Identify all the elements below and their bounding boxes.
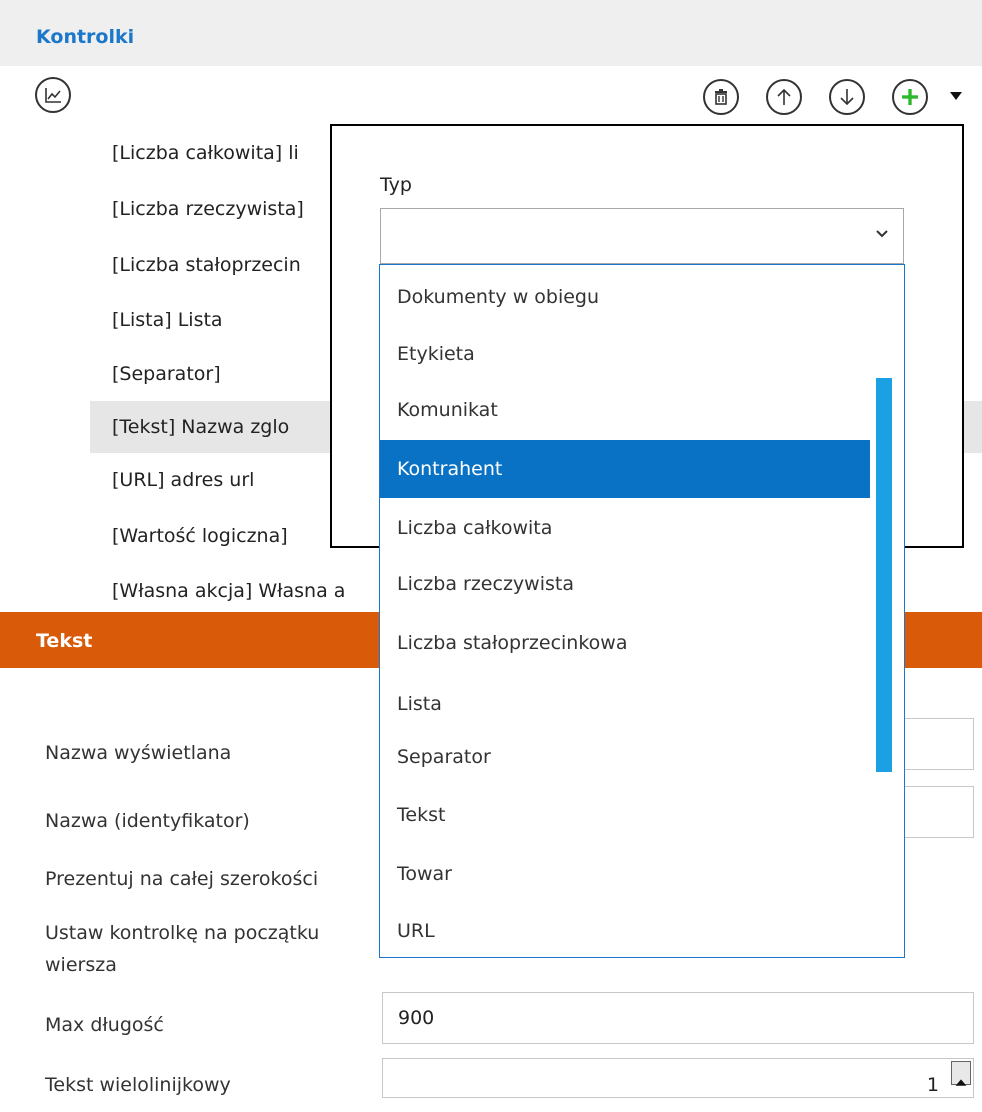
chevron-down-icon [876,230,888,238]
row-start-label: Ustaw kontrolkę na początku [45,922,320,944]
multiline-label: Tekst wielolinijkowy [45,1074,231,1096]
arrow-down-icon [840,89,854,106]
dropdown-option[interactable]: Separator [380,728,870,786]
arrow-up-icon [777,88,791,105]
max-length-input[interactable]: 900 [382,992,974,1044]
dropdown-option[interactable]: Liczba całkowita [380,499,870,557]
dropdown-option[interactable]: Etykieta [380,325,870,383]
move-down-button[interactable] [829,79,865,115]
chart-button[interactable] [35,77,71,113]
multiline-stepper[interactable]: 1 [382,1058,974,1098]
section-title: Tekst [36,630,93,652]
triangle-up-icon [955,1079,967,1086]
plus-icon [902,89,918,105]
max-length-label: Max długość [45,1014,164,1036]
chart-line-icon [45,88,61,103]
stepper-up-button[interactable] [951,1061,971,1086]
type-dropdown-list[interactable]: Dokumenty w obiegu Etykieta Komunikat Ko… [379,264,905,958]
full-width-label: Prezentuj na całej szerokości [45,868,319,890]
move-up-button[interactable] [766,79,802,115]
dropdown-option[interactable]: Liczba stałoprzecinkowa [380,614,870,672]
dropdown-option[interactable]: Tekst [380,786,870,844]
trash-icon [715,89,727,105]
dropdown-option-highlighted[interactable]: Kontrahent [380,440,870,498]
dropdown-option[interactable]: URL [380,902,870,957]
row-start-label-line2: wiersza [45,954,117,976]
dropdown-option[interactable]: Dokumenty w obiegu [380,268,870,326]
multiline-value: 1 [926,1074,939,1096]
caret-down-icon[interactable] [949,91,963,101]
identifier-label: Nazwa (identyfikator) [45,810,250,832]
dropdown-scrollbar[interactable] [876,378,892,772]
controls-header-title: Kontrolki [36,26,135,48]
add-control-button[interactable] [892,79,928,115]
controls-header [0,0,982,66]
dropdown-option[interactable]: Towar [380,845,870,903]
delete-button[interactable] [703,79,739,115]
type-label: Typ [380,174,412,196]
dropdown-option[interactable]: Lista [380,675,870,733]
dropdown-option[interactable]: Komunikat [380,381,870,439]
display-name-label: Nazwa wyświetlana [45,742,232,764]
type-select[interactable] [380,208,904,264]
dropdown-option[interactable]: Liczba rzeczywista [380,555,870,613]
